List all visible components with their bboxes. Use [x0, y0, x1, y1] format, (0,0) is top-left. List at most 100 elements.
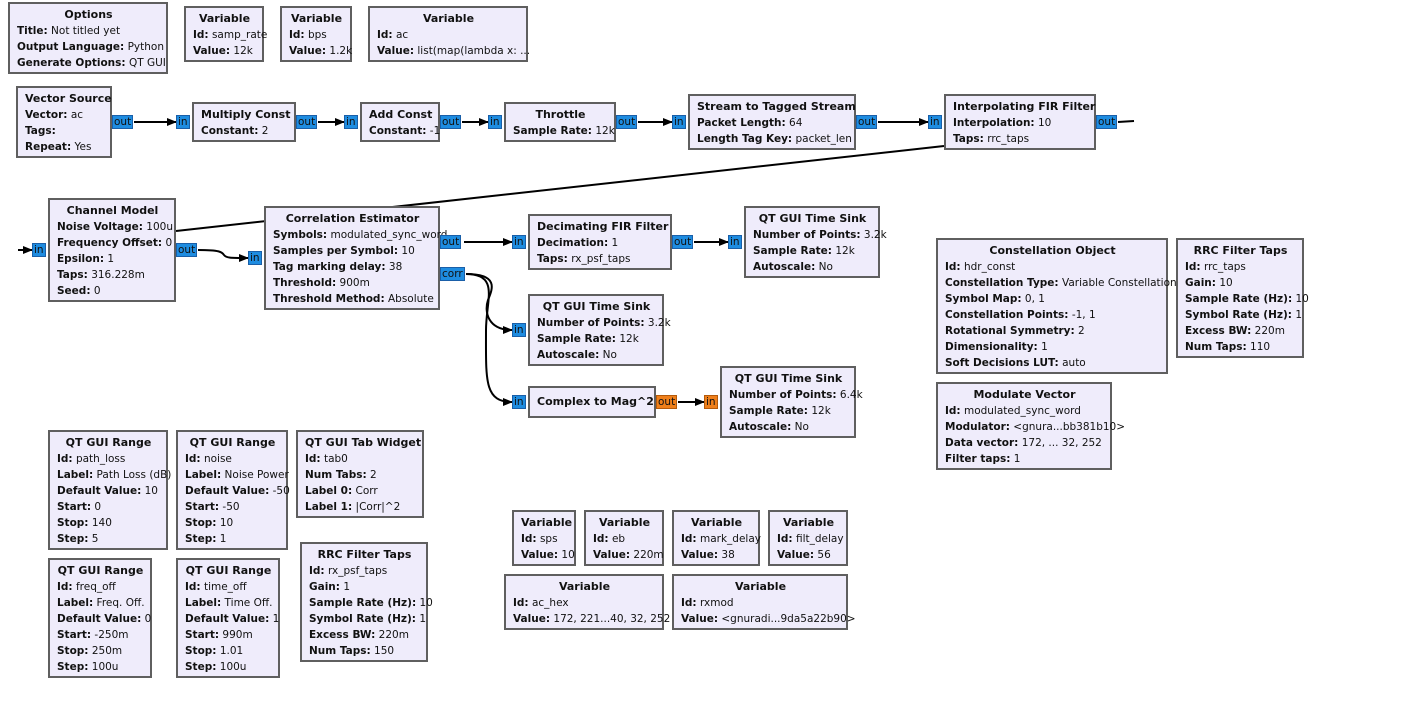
decim-fir-port-out[interactable]: out: [672, 235, 694, 249]
param-value: rxmod: [696, 597, 734, 609]
block-var-sps[interactable]: Variable Id: sps Value: 10: [512, 510, 576, 566]
param-label: Id:: [377, 29, 393, 41]
block-time-sink-3[interactable]: QT GUI Time Sink Number of Points: 6.4k Sa…: [720, 366, 863, 438]
block-decim-fir[interactable]: Decimating FIR Filter Decimation: 1 Taps: …: [528, 214, 672, 270]
time-sink-3-port-in[interactable]: in: [704, 395, 718, 409]
corr-est-port-corr[interactable]: corr: [440, 267, 465, 281]
param-value: hdr_const: [960, 261, 1016, 273]
vector-source-port-out[interactable]: out: [112, 115, 134, 129]
param-value: 10: [416, 597, 433, 609]
block-channel-model[interactable]: Channel Model Noise Voltage: 100u Frequenc…: [48, 198, 176, 302]
add-const-port-in[interactable]: in: [344, 115, 358, 129]
param-label: Tags:: [25, 125, 56, 137]
block-param: Id: hdr_const: [945, 259, 1160, 275]
param-label: Num Taps:: [309, 645, 371, 657]
param-value: ac_hex: [528, 597, 569, 609]
complex-mag2-port-in[interactable]: in: [512, 395, 526, 409]
block-title: Stream to Tagged Stream: [697, 100, 856, 113]
param-value: No: [599, 349, 617, 361]
block-interp-fir[interactable]: Interpolating FIR Filter Interpolation: 1…: [944, 94, 1096, 150]
block-stream-to-tagged[interactable]: Stream to Tagged Stream Packet Length: 64…: [688, 94, 856, 150]
block-var-mark-delay[interactable]: Variable Id: mark_delay Value: 38: [672, 510, 761, 566]
param-label: Sample Rate (Hz):: [1185, 293, 1293, 305]
block-title: Add Const: [369, 108, 433, 121]
param-value: 1: [339, 581, 351, 593]
corr-est-port-out[interactable]: out: [440, 235, 462, 249]
decim-fir-port-in[interactable]: in: [512, 235, 526, 249]
complex-mag2-port-out[interactable]: out: [656, 395, 678, 409]
param-label: Output Language:: [17, 41, 125, 53]
block-complex-mag2[interactable]: Complex to Mag^2: [528, 386, 656, 418]
param-label: Id:: [521, 533, 537, 545]
stream-to-tagged-port-out[interactable]: out: [856, 115, 878, 129]
block-tab-widget[interactable]: QT GUI Tab Widget Id: tab0 Num Tabs: 2 Labe…: [296, 430, 424, 518]
channel-model-port-out[interactable]: out: [176, 243, 198, 257]
param-value: Time Off.: [221, 597, 273, 609]
param-label: Number of Points:: [753, 229, 861, 241]
block-vector-source[interactable]: Vector Source Vector: ac Tags: Repeat: Yes: [16, 86, 112, 158]
param-label: Tag marking delay:: [273, 261, 386, 273]
block-range-path-loss[interactable]: QT GUI Range Id: path_loss Label: Path Los…: [48, 430, 171, 550]
add-const-port-out[interactable]: out: [440, 115, 462, 129]
block-param: Value: 220m: [593, 547, 664, 563]
block-time-sink-2[interactable]: QT GUI Time Sink Number of Points: 3.2k Sa…: [528, 294, 671, 366]
block-var-filt-delay[interactable]: Variable Id: filt_delay Value: 56: [768, 510, 848, 566]
throttle-port-in[interactable]: in: [488, 115, 502, 129]
param-value: 0: [162, 237, 173, 249]
throttle-port-out[interactable]: out: [616, 115, 638, 129]
time-sink-2-port-in[interactable]: in: [512, 323, 526, 337]
param-label: Label 0:: [305, 485, 353, 497]
interp-fir-port-in[interactable]: in: [928, 115, 942, 129]
param-value: 56: [814, 549, 831, 561]
block-range-freq-off[interactable]: QT GUI Range Id: freq_off Label: Freq. Off…: [48, 558, 152, 678]
param-label: Generate Options:: [17, 57, 126, 69]
param-label: Noise Voltage:: [57, 221, 143, 233]
block-throttle[interactable]: Throttle Sample Rate: 12k: [504, 102, 616, 142]
block-var-eb[interactable]: Variable Id: eb Value: 220m: [584, 510, 664, 566]
block-corr-est[interactable]: Correlation Estimator Symbols: modulated_…: [264, 206, 447, 310]
block-constellation[interactable]: Constellation Object Id: hdr_const Constel…: [936, 238, 1177, 374]
block-rrc-taps[interactable]: RRC Filter Taps Id: rrc_taps Gain: 10 Sampl…: [1176, 238, 1309, 358]
multiply-const-port-in[interactable]: in: [176, 115, 190, 129]
block-multiply-const[interactable]: Multiply Const Constant: 2: [192, 102, 296, 142]
block-modulate-vector[interactable]: Modulate Vector Id: modulated_sync_word Mo…: [936, 382, 1125, 470]
param-label: Autoscale:: [537, 349, 600, 361]
block-param: Label 1: |Corr|^2: [305, 499, 416, 515]
param-label: Modulator:: [945, 421, 1010, 433]
block-param: Autoscale: No: [537, 347, 656, 363]
block-range-time-off[interactable]: QT GUI Range Id: time_off Label: Time Off.…: [176, 558, 280, 678]
param-value: 1: [416, 613, 427, 625]
block-var-samp-rate[interactable]: Variable Id: samp_rate Value: 12k: [184, 6, 267, 62]
time-sink-1-port-in[interactable]: in: [728, 235, 742, 249]
block-param: Generate Options: QT GUI: [17, 55, 166, 71]
stream-to-tagged-port-in[interactable]: in: [672, 115, 686, 129]
param-value: rrc_taps: [1200, 261, 1246, 273]
param-value: 900m: [336, 277, 370, 289]
param-label: Symbols:: [273, 229, 328, 241]
block-title: QT GUI Range: [65, 436, 152, 449]
block-param: Tag marking delay: 38: [273, 259, 432, 275]
param-value: 150: [370, 645, 395, 657]
block-var-ac[interactable]: Variable Id: ac Value: list(map(lambda x: …: [368, 6, 530, 62]
block-var-rxmod[interactable]: Variable Id: rxmod Value: <gnuradi...9da5a…: [672, 574, 856, 630]
block-add-const[interactable]: Add Const Constant: -1: [360, 102, 440, 142]
param-label: Value:: [681, 613, 719, 625]
param-label: Sample Rate:: [513, 125, 592, 137]
channel-model-port-in[interactable]: in: [32, 243, 46, 257]
block-title: Interpolating FIR Filter: [953, 100, 1096, 113]
block-param: Value: <gnuradi...9da5a22b90>: [681, 611, 856, 627]
block-param: Sample Rate (Hz): 10: [1185, 291, 1309, 307]
param-value: 2: [366, 469, 377, 481]
block-var-ac-hex[interactable]: Variable Id: ac_hex Value: 172, 221...40, …: [504, 574, 670, 630]
block-time-sink-1[interactable]: QT GUI Time Sink Number of Points: 3.2k Sa…: [744, 206, 887, 278]
interp-fir-port-out[interactable]: out: [1096, 115, 1118, 129]
block-options[interactable]: Options Title: Not titled yet Output Langu…: [8, 2, 168, 74]
param-value: 1: [608, 237, 619, 249]
block-param: Label: Freq. Off.: [57, 595, 145, 611]
block-range-noise[interactable]: QT GUI Range Id: noise Label: Noise Power D…: [176, 430, 290, 550]
block-var-bps[interactable]: Variable Id: bps Value: 1.2k: [280, 6, 352, 62]
multiply-const-port-out[interactable]: out: [296, 115, 318, 129]
block-rx-psf-taps[interactable]: RRC Filter Taps Id: rx_psf_taps Gain: 1 Sam…: [300, 542, 433, 662]
param-label: Threshold:: [273, 277, 337, 289]
corr-est-port-in[interactable]: in: [248, 251, 262, 265]
